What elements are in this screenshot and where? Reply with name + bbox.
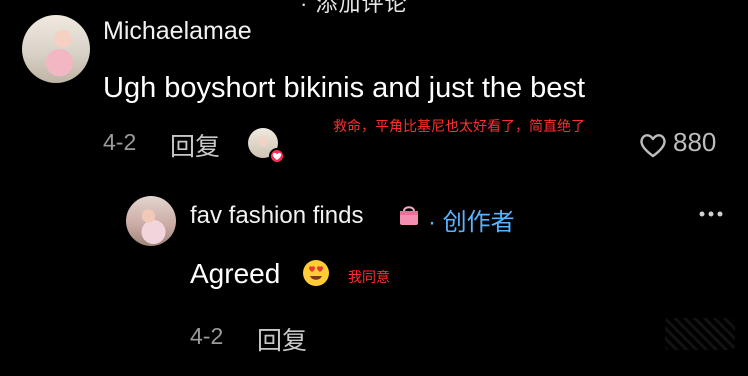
liked-by-creator-badge	[269, 148, 285, 164]
heart-eyes-emoji	[302, 259, 330, 287]
comment-date: 4-2	[103, 129, 137, 155]
shopping-bag-icon	[397, 203, 421, 227]
comment-text: Ugh boyshort bikinis and just the best	[103, 72, 585, 104]
reply-button[interactable]: 回复	[170, 127, 220, 163]
like-count: 880	[673, 127, 717, 157]
translation-overlay: 救命，平角比基尼也太好看了，简直绝了	[333, 118, 585, 134]
more-options-icon[interactable]	[698, 206, 724, 224]
reply-username[interactable]: fav fashion finds	[190, 202, 363, 230]
heart-icon[interactable]	[638, 131, 668, 164]
translation-overlay: 我同意	[348, 269, 390, 285]
reply-text: Agreed	[190, 258, 281, 289]
reply-avatar[interactable]	[126, 196, 176, 246]
reply-button[interactable]: 回复	[257, 321, 307, 357]
comment-username[interactable]: Michaelamae	[103, 17, 252, 46]
reply-date: 4-2	[190, 323, 224, 349]
watermark	[665, 318, 735, 350]
creator-label: · 创作者	[428, 209, 515, 236]
top-cut-text: · 添加评论	[300, 0, 408, 16]
avatar[interactable]	[22, 15, 90, 83]
